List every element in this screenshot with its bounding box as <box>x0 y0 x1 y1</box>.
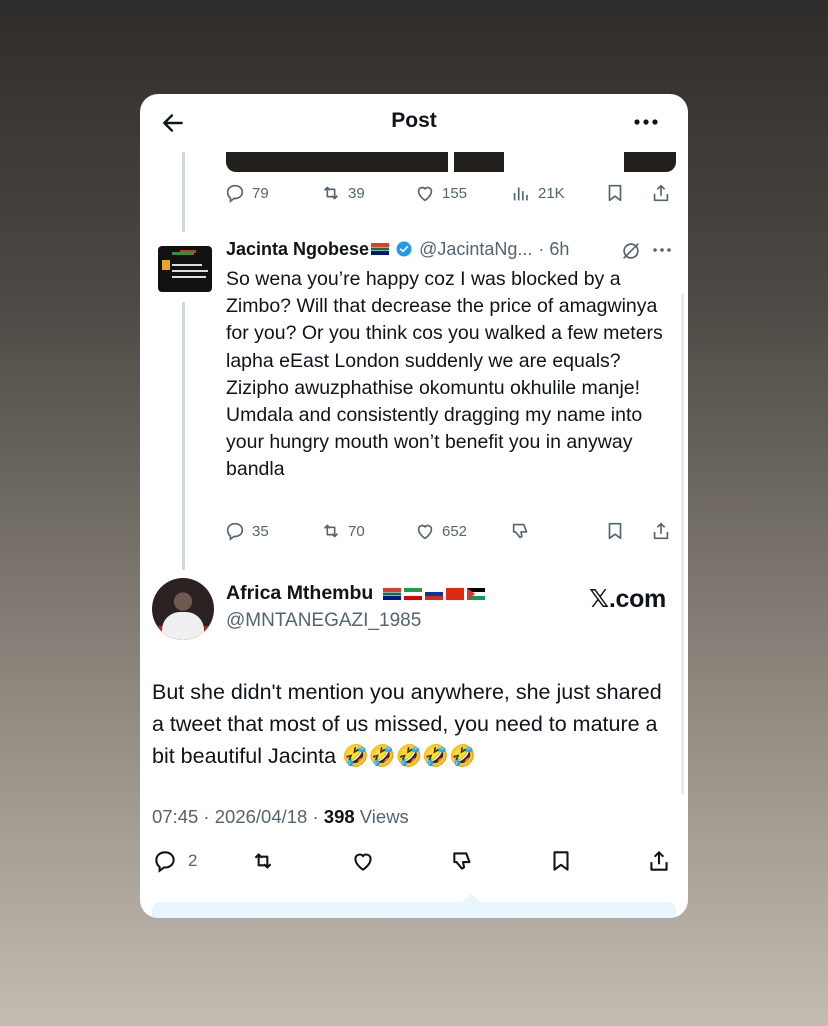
repost-icon <box>254 853 272 869</box>
thread-line <box>182 152 185 232</box>
display-name[interactable]: Africa Mthembu <box>226 582 373 605</box>
post-card: Post 79 39 155 21K Jacinta Ngobese @Jaci… <box>140 94 688 918</box>
repost-button[interactable]: 70 <box>320 520 365 542</box>
south-africa-flag-icon <box>371 243 390 255</box>
russia-flag-icon <box>425 587 444 600</box>
thumbs-down-icon <box>453 852 471 870</box>
grok-icon[interactable] <box>620 240 642 262</box>
bookmark-icon <box>553 851 569 871</box>
bookmark-button[interactable] <box>604 182 626 204</box>
verified-badge-icon <box>396 241 412 257</box>
china-flag-icon <box>446 587 465 600</box>
heart-icon <box>354 853 372 871</box>
palestine-flag-icon <box>467 587 486 600</box>
analytics-icon <box>513 187 528 201</box>
iran-flag-icon <box>404 587 423 600</box>
post-time: · 6h <box>538 238 570 259</box>
scrollbar[interactable] <box>681 294 684 794</box>
reply-button[interactable]: 79 <box>224 182 269 204</box>
reply-count: 2 <box>188 851 198 870</box>
thread-line <box>182 302 185 570</box>
avatar[interactable] <box>158 246 212 292</box>
bookmark-button[interactable] <box>548 848 574 874</box>
heart-icon <box>417 186 433 202</box>
page-title: Post <box>391 109 437 132</box>
repost-button[interactable]: 39 <box>320 182 365 204</box>
share-icon <box>653 522 669 540</box>
post-text: So wena you’re happy coz I was blocked b… <box>226 268 663 481</box>
like-button[interactable] <box>350 848 376 874</box>
reply-composer-hint[interactable] <box>152 894 676 918</box>
post-timestamp: 07:45 · 2026/04/18 · <box>152 806 324 827</box>
user-handle[interactable]: @JacintaNg... <box>419 239 532 260</box>
user-handle[interactable]: @MNTANEGAZI_1985 <box>226 610 421 632</box>
reply-button[interactable]: 35 <box>224 520 269 542</box>
post2-actions: 35 70 652 <box>224 520 676 544</box>
top-bar: Post <box>140 94 688 150</box>
more-options-icon[interactable] <box>632 112 660 132</box>
views-label: Views <box>354 806 409 827</box>
reply-icon <box>155 851 175 873</box>
post1-actions: 79 39 155 21K <box>224 182 676 206</box>
post3-actions: 2 <box>152 848 676 878</box>
bookmark-icon <box>608 522 622 540</box>
post-metadata: 07:45 · 2026/04/18 · 398 Views <box>152 806 409 828</box>
like-button[interactable]: 652 <box>414 520 467 542</box>
reply-count: 35 <box>252 522 269 540</box>
post-header: Jacinta Ngobese @JacintaNg... · 6h <box>226 236 676 262</box>
south-africa-flag-icon <box>383 587 402 600</box>
share-button[interactable] <box>650 182 672 204</box>
post-header: Africa Mthembu <box>226 582 486 605</box>
repost-button[interactable] <box>250 848 276 874</box>
flag-icons <box>383 587 486 600</box>
share-button[interactable] <box>646 848 672 874</box>
like-button[interactable]: 155 <box>414 182 467 204</box>
like-count: 652 <box>442 522 468 540</box>
downvote-button[interactable] <box>450 848 476 874</box>
reply-button[interactable]: 2 <box>152 848 197 874</box>
thumbs-down-icon <box>512 523 528 539</box>
repost-icon <box>323 186 339 200</box>
more-options-icon[interactable] <box>652 242 672 258</box>
reply-icon <box>226 184 244 203</box>
bookmark-button[interactable] <box>604 520 626 542</box>
post-text: But she didn't mention you anywhere, she… <box>152 680 662 768</box>
post-media[interactable] <box>226 152 676 172</box>
display-name[interactable]: Jacinta Ngobese <box>226 239 369 260</box>
views-count: 398 <box>323 806 355 827</box>
heart-icon <box>417 524 433 540</box>
avatar[interactable] <box>152 578 214 640</box>
repost-icon <box>323 524 339 538</box>
views-button[interactable]: 21K <box>510 182 565 204</box>
repost-count: 39 <box>348 184 365 202</box>
repost-count: 70 <box>348 522 365 540</box>
views-count: 21K <box>538 184 565 202</box>
like-count: 155 <box>442 184 468 202</box>
share-icon <box>653 184 669 202</box>
downvote-button[interactable] <box>510 520 532 542</box>
reply-count: 79 <box>252 184 269 202</box>
reply-icon <box>226 522 244 541</box>
share-button[interactable] <box>650 520 672 542</box>
bookmark-icon <box>608 184 622 202</box>
x-watermark: 𝕏.com <box>589 585 666 613</box>
share-icon <box>650 851 668 871</box>
